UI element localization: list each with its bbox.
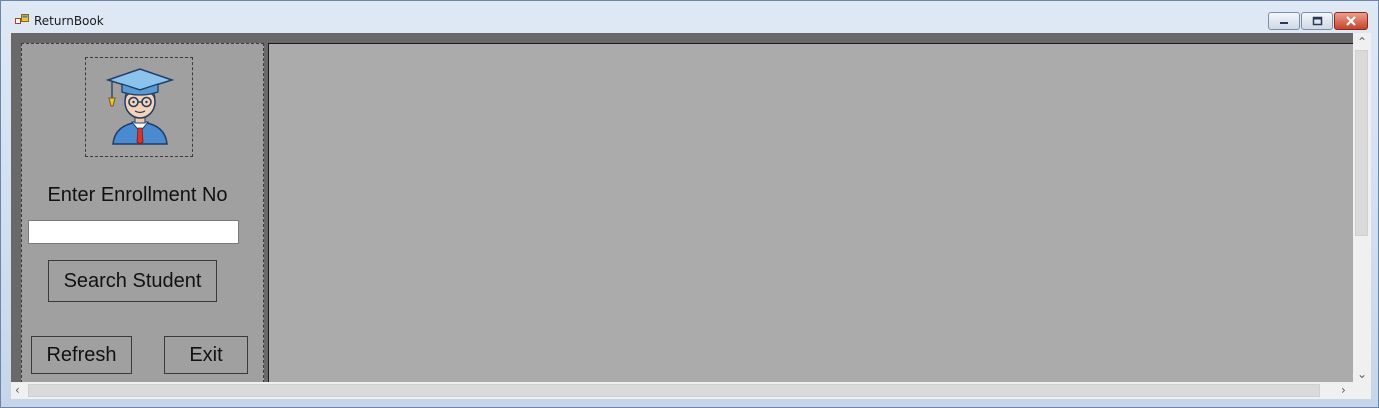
scroll-up-arrow-icon[interactable]: ⌃: [1357, 36, 1367, 48]
client-area: Enter Enrollment No Search Student Refre…: [11, 33, 1371, 399]
search-student-button[interactable]: Search Student: [48, 260, 217, 302]
scroll-down-arrow-icon[interactable]: ⌄: [1357, 368, 1367, 380]
student-graduate-icon: [105, 68, 175, 145]
horizontal-scroll-thumb[interactable]: [28, 384, 1320, 397]
returnbook-window: ReturnBook Enter Enrollment No Search St…: [0, 0, 1379, 408]
close-button[interactable]: [1334, 12, 1368, 30]
exit-button[interactable]: Exit: [164, 336, 248, 374]
horizontal-scrollbar[interactable]: ‹ ›: [11, 382, 1353, 399]
enrollment-input[interactable]: [28, 220, 239, 244]
scroll-right-arrow-icon[interactable]: ›: [1341, 384, 1346, 396]
search-panel: Enter Enrollment No Search Student Refre…: [21, 43, 264, 388]
refresh-button[interactable]: Refresh: [31, 336, 132, 374]
enrollment-label: Enter Enrollment No: [47, 184, 228, 206]
app-icon: [15, 13, 29, 25]
minimize-button[interactable]: [1268, 12, 1300, 30]
title-bar[interactable]: ReturnBook: [1, 1, 1378, 33]
size-grip-icon[interactable]: [1353, 382, 1371, 399]
restore-button[interactable]: [1301, 12, 1333, 30]
details-panel: [268, 43, 1358, 388]
student-picture: [85, 57, 193, 157]
scroll-left-arrow-icon[interactable]: ‹: [15, 384, 20, 396]
vertical-scrollbar[interactable]: ⌃ ⌄: [1353, 33, 1371, 382]
vertical-scroll-thumb[interactable]: [1355, 50, 1368, 236]
window-title: ReturnBook: [34, 14, 104, 28]
